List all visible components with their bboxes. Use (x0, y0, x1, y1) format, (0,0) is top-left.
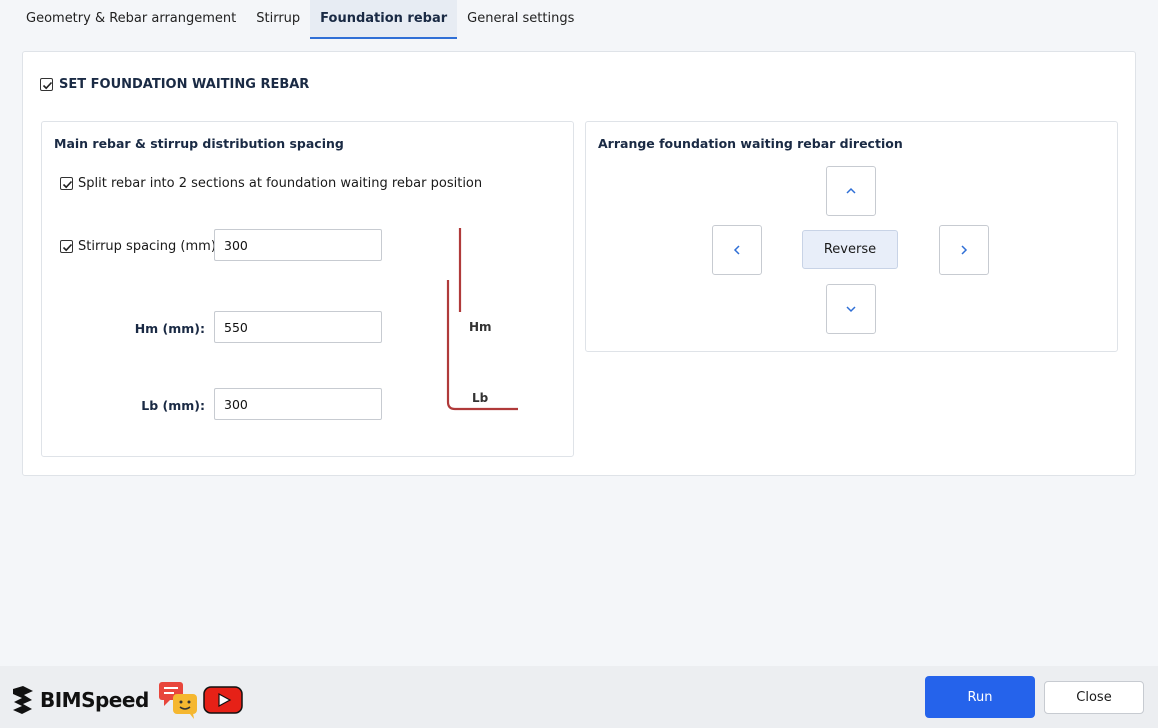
tab-general-settings[interactable]: General settings (457, 0, 584, 39)
split-rebar-row: Split rebar into 2 sections at foundatio… (60, 176, 482, 191)
chat-support-icon[interactable] (157, 680, 201, 720)
chevron-up-icon (846, 187, 856, 194)
direction-down-button[interactable] (826, 284, 876, 334)
set-foundation-waiting-rebar-label: SET FOUNDATION WAITING REBAR (59, 77, 310, 92)
tab-geometry-rebar-arrangement[interactable]: Geometry & Rebar arrangement (16, 0, 246, 39)
tab-foundation-rebar[interactable]: Foundation rebar (310, 0, 458, 39)
chevron-left-icon (733, 245, 740, 255)
hm-input[interactable] (214, 311, 382, 343)
bimspeed-logo-icon (13, 686, 33, 714)
lb-label: Lb (mm): (141, 398, 205, 413)
stirrup-spacing-label: Stirrup spacing (mm): (78, 239, 221, 254)
set-foundation-waiting-rebar-checkbox[interactable] (40, 78, 53, 91)
tab-stirrup[interactable]: Stirrup (246, 0, 310, 39)
close-button[interactable]: Close (1044, 681, 1144, 714)
lb-input[interactable] (214, 388, 382, 420)
chevron-right-icon (961, 245, 968, 255)
rebar-diagram: Hm Lb (438, 222, 538, 422)
footer-bar: BIMSpeed Run Close (0, 666, 1158, 728)
distribution-spacing-group: Main rebar & stirrup distribution spacin… (41, 121, 574, 457)
reverse-button[interactable]: Reverse (802, 230, 898, 269)
diagram-hm-label: Hm (469, 320, 492, 334)
chevron-down-icon (846, 306, 856, 313)
brand-name: BIMSpeed (40, 688, 149, 712)
run-button[interactable]: Run (925, 676, 1035, 718)
waiting-rebar-line (446, 280, 518, 411)
rebar-direction-group: Arrange foundation waiting rebar directi… (585, 121, 1118, 352)
stirrup-spacing-checkbox[interactable] (60, 240, 73, 253)
tab-bar: Geometry & Rebar arrangement Stirrup Fou… (16, 0, 584, 39)
brand-area: BIMSpeed (10, 680, 243, 720)
hm-label: Hm (mm): (134, 321, 205, 336)
split-rebar-label: Split rebar into 2 sections at foundatio… (78, 176, 483, 191)
stirrup-spacing-row: Stirrup spacing (mm): (60, 239, 220, 254)
stirrup-spacing-input[interactable] (214, 229, 382, 261)
youtube-icon[interactable] (203, 686, 243, 714)
distribution-spacing-title: Main rebar & stirrup distribution spacin… (54, 136, 344, 151)
direction-up-button[interactable] (826, 166, 876, 216)
rebar-direction-title: Arrange foundation waiting rebar directi… (598, 136, 903, 151)
diagram-lb-label: Lb (472, 391, 489, 405)
foundation-rebar-panel: SET FOUNDATION WAITING REBAR Main rebar … (22, 51, 1136, 476)
direction-left-button[interactable] (712, 225, 762, 275)
split-rebar-checkbox[interactable] (60, 177, 73, 190)
set-foundation-waiting-rebar-row: SET FOUNDATION WAITING REBAR (40, 77, 309, 92)
direction-right-button[interactable] (939, 225, 989, 275)
